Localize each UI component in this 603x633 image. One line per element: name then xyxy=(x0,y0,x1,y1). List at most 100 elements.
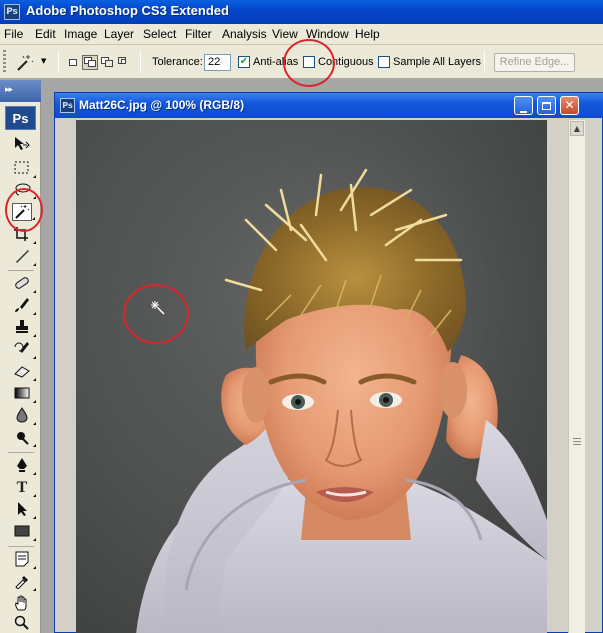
options-divider xyxy=(140,51,141,73)
menu-edit[interactable]: Edit xyxy=(35,27,56,41)
lasso-tool[interactable] xyxy=(12,181,36,199)
history-brush-icon xyxy=(14,342,29,353)
refine-edge-button[interactable]: Refine Edge... xyxy=(494,53,575,72)
crop-tool[interactable] xyxy=(12,226,36,244)
lasso-icon xyxy=(15,183,31,196)
brush-tool[interactable] xyxy=(12,297,36,315)
tools-panel: ▸▸ Ps T xyxy=(0,80,41,633)
tool-options-bar: ▼ Tolerance: 22 ✔ Anti-alias Contiguous … xyxy=(0,45,603,79)
sample-all-layers-checkbox[interactable] xyxy=(378,56,390,68)
magic-wand-tool[interactable] xyxy=(12,203,35,221)
document-title: Matt26C.jpg @ 100% (RGB/8) xyxy=(79,98,245,112)
menu-view[interactable]: View xyxy=(272,27,298,41)
contiguous-label: Contiguous xyxy=(318,56,374,68)
pen-icon xyxy=(17,458,27,472)
shape-tool[interactable] xyxy=(12,523,36,541)
zoom-tool[interactable] xyxy=(12,615,32,633)
options-divider xyxy=(58,51,59,73)
tool-group-divider xyxy=(8,452,34,453)
eraser-tool[interactable] xyxy=(12,363,36,381)
marquee-tool[interactable] xyxy=(12,160,36,178)
tool-preset-picker[interactable]: ▼ xyxy=(13,53,51,73)
tool-group-divider xyxy=(8,270,34,271)
new-selection-button[interactable] xyxy=(66,56,80,69)
eyedropper-slice-tool[interactable] xyxy=(12,248,36,266)
preset-dropdown-arrow-icon: ▼ xyxy=(41,57,47,65)
close-button[interactable]: ✕ xyxy=(560,96,579,115)
menu-file[interactable]: File xyxy=(4,27,23,41)
scrollbar-thumb-grip[interactable] xyxy=(573,438,581,445)
gradient-icon xyxy=(14,387,30,399)
photoshop-app: Ps Adobe Photoshop CS3 Extended File Edi… xyxy=(0,0,603,633)
rectangle-shape-icon xyxy=(14,525,30,537)
type-tool[interactable]: T xyxy=(12,479,36,497)
contiguous-checkbox[interactable] xyxy=(303,56,315,68)
minimize-icon xyxy=(520,111,527,113)
move-icon xyxy=(15,137,30,150)
minimize-button[interactable] xyxy=(514,96,533,115)
photoshop-app-icon: Ps xyxy=(4,4,20,20)
hand-tool[interactable] xyxy=(12,595,32,613)
path-selection-tool[interactable] xyxy=(12,501,36,519)
path-selection-icon xyxy=(18,502,27,516)
expand-panel-icon[interactable]: ▸▸ xyxy=(5,85,13,95)
type-t-icon: T xyxy=(16,479,28,496)
new-selection-icon xyxy=(69,59,77,66)
intersect-selection-icon-overlay xyxy=(121,59,126,64)
maximize-icon xyxy=(542,102,551,110)
maximize-button[interactable] xyxy=(537,96,556,115)
menu-analysis[interactable]: Analysis xyxy=(222,27,267,41)
options-divider xyxy=(484,51,485,73)
slice-icon xyxy=(16,250,29,263)
sample-all-layers-label: Sample All Layers xyxy=(393,56,482,68)
eyedropper-icon xyxy=(15,576,28,590)
note-icon xyxy=(15,551,29,567)
move-tool[interactable] xyxy=(12,136,32,154)
brush-icon xyxy=(15,298,29,312)
image-canvas[interactable] xyxy=(76,120,547,633)
scroll-up-button[interactable]: ▲ xyxy=(570,121,584,136)
tolerance-input[interactable]: 22 xyxy=(204,54,231,71)
menu-layer[interactable]: Layer xyxy=(104,27,134,41)
document-title-bar[interactable]: Ps Matt26C.jpg @ 100% (RGB/8) ✕ xyxy=(55,93,603,118)
gradient-tool[interactable] xyxy=(12,385,36,403)
vertical-scrollbar[interactable]: ▲ xyxy=(568,120,585,633)
menu-bar: File Edit Image Layer Select Filter Anal… xyxy=(0,24,603,45)
blur-tool[interactable] xyxy=(12,407,36,425)
anti-alias-checkbox[interactable]: ✔ xyxy=(238,56,250,68)
eyedropper-tool[interactable] xyxy=(12,573,36,591)
menu-help[interactable]: Help xyxy=(355,27,380,41)
rectangular-marquee-icon xyxy=(14,161,29,174)
document-window: Ps Matt26C.jpg @ 100% (RGB/8) ✕ ▲ xyxy=(54,92,603,633)
healing-brush-tool[interactable] xyxy=(12,275,36,293)
close-icon: ✕ xyxy=(564,98,575,112)
hand-icon xyxy=(15,595,27,611)
tool-group-divider xyxy=(8,546,34,547)
tools-panel-header[interactable]: ▸▸ xyxy=(0,80,41,102)
options-bar-grip[interactable] xyxy=(3,50,6,74)
tolerance-label: Tolerance: xyxy=(152,56,203,68)
dodge-icon xyxy=(17,432,29,445)
menu-image[interactable]: Image xyxy=(64,27,97,41)
app-title-bar: Ps Adobe Photoshop CS3 Extended xyxy=(0,0,603,24)
subtract-from-selection-button[interactable] xyxy=(100,56,114,69)
dodge-tool[interactable] xyxy=(12,429,36,447)
clone-stamp-tool[interactable] xyxy=(12,319,36,337)
intersect-selection-button[interactable] xyxy=(117,56,131,69)
photoshop-logo[interactable]: Ps xyxy=(5,106,36,130)
menu-select[interactable]: Select xyxy=(143,27,176,41)
history-brush-tool[interactable] xyxy=(12,341,36,359)
add-to-selection-button[interactable] xyxy=(82,55,98,70)
anti-alias-label: Anti-alias xyxy=(253,56,299,68)
crop-icon xyxy=(14,227,28,241)
stamp-icon xyxy=(16,320,28,333)
menu-window[interactable]: Window xyxy=(306,27,349,41)
portrait-photo xyxy=(76,120,547,633)
pen-tool[interactable] xyxy=(12,457,36,475)
magnifier-icon xyxy=(14,615,29,630)
menu-filter[interactable]: Filter xyxy=(185,27,212,41)
subtract-selection-icon-overlay xyxy=(105,60,113,67)
magic-wand-icon xyxy=(17,55,34,71)
notes-tool[interactable] xyxy=(12,551,36,569)
app-title: Adobe Photoshop CS3 Extended xyxy=(26,3,229,18)
